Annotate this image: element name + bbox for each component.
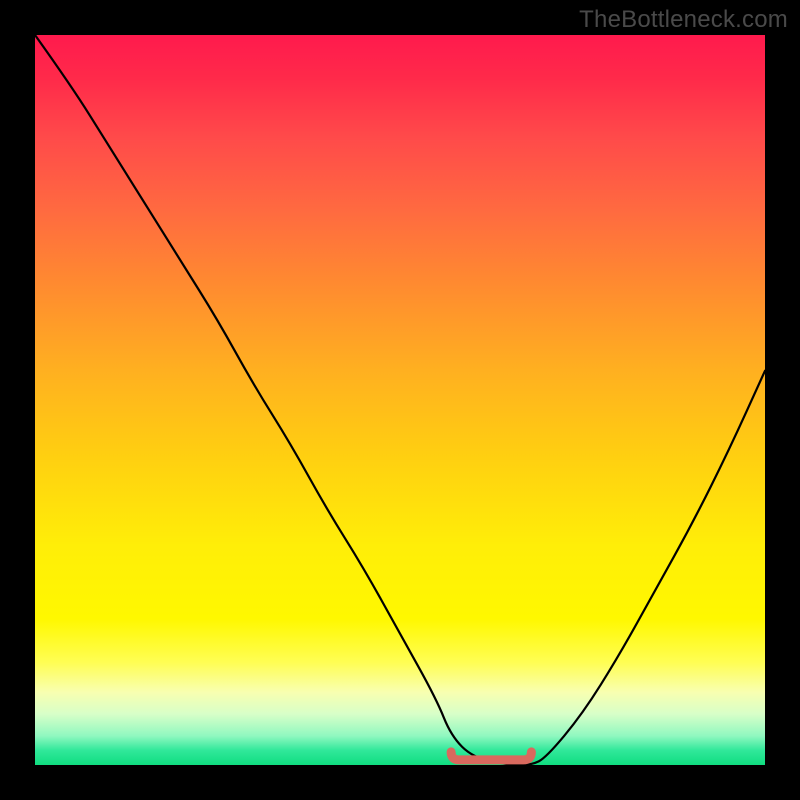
watermark-text: TheBottleneck.com [579,6,788,34]
optimal-range-marker [451,752,531,760]
plot-area [35,35,765,765]
bottleneck-curve [35,35,765,765]
chart-svg [35,35,765,765]
chart-frame: TheBottleneck.com [0,0,800,800]
